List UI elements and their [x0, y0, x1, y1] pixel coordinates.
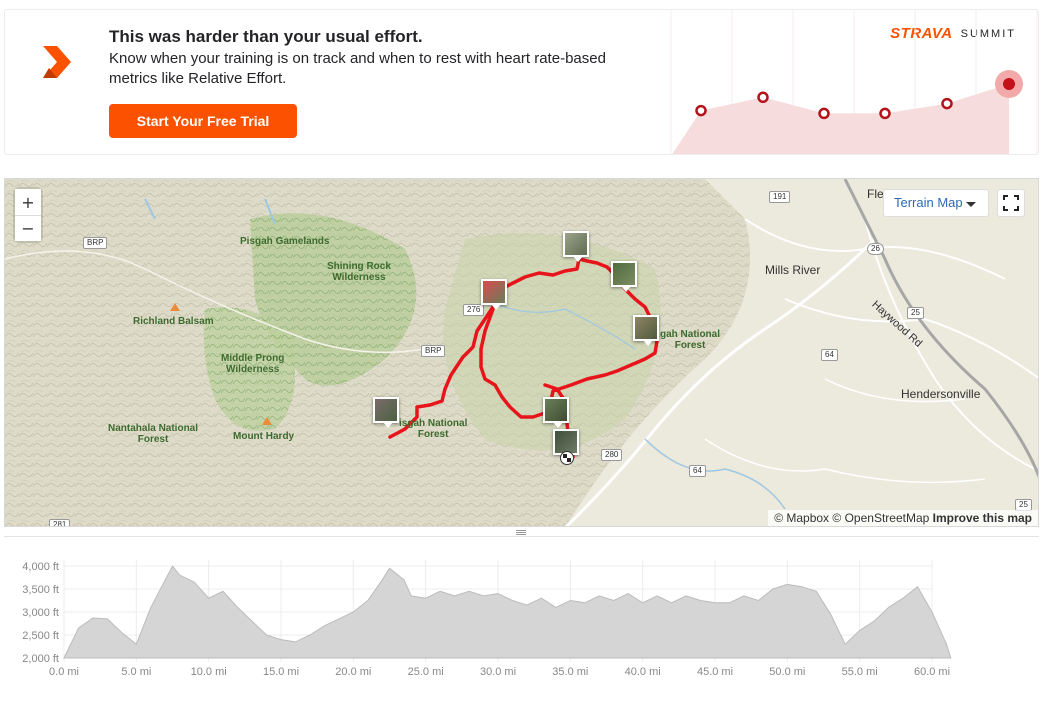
- effort-point: [879, 107, 891, 120]
- effort-point: [695, 104, 707, 117]
- effort-area: [672, 84, 1009, 154]
- strava-chevron-icon: [43, 46, 71, 78]
- zoom-control: + −: [15, 189, 41, 241]
- elevation-profile[interactable]: 4,000 ft 3,500 ft 3,000 ft 2,500 ft 2,000 ft…: [4, 538, 1039, 704]
- label-nantahala-national-forest: Nantahala National Forest: [108, 423, 199, 445]
- shield-brp-center: BRP: [421, 345, 446, 357]
- shield-nc-280: 280: [601, 449, 623, 461]
- photo-marker[interactable]: [633, 315, 659, 346]
- photo-marker[interactable]: [563, 231, 589, 262]
- shield-us-191: 191: [769, 191, 791, 203]
- upsell-description: Know when your training is on track and …: [109, 50, 606, 87]
- expand-icon: [1003, 195, 1019, 211]
- improve-map-link[interactable]: Improve this map: [933, 511, 1032, 525]
- x-tick-label: 25.0 mi: [408, 666, 444, 678]
- y-tick-label: 2,000 ft: [22, 653, 59, 665]
- map-type-label: Terrain Map: [894, 195, 963, 210]
- elevation-area: [63, 565, 952, 659]
- label-middle-prong-wilderness: Middle Prong Wilderness: [221, 353, 285, 375]
- x-tick-label: 55.0 mi: [842, 666, 878, 678]
- photo-marker[interactable]: [481, 279, 507, 310]
- osm-credit-link[interactable]: © OpenStreetMap: [832, 511, 929, 525]
- effort-current-point: [1003, 78, 1015, 90]
- caret-down-icon: [966, 202, 976, 207]
- label-mount-hardy: Mount Hardy: [233, 431, 295, 442]
- x-tick-label: 10.0 mi: [191, 666, 227, 678]
- shield-i-26: 26: [867, 243, 884, 255]
- effort-point: [818, 107, 830, 120]
- label-pisgah-national-forest-east: gah National Forest: [660, 329, 721, 351]
- shield-us-64-south: 64: [689, 465, 706, 477]
- x-tick-label: 40.0 mi: [625, 666, 661, 678]
- shield-nc-281: 281: [49, 519, 71, 526]
- zoom-out-button[interactable]: −: [15, 215, 41, 241]
- effort-point: [941, 97, 953, 110]
- x-tick-label: 5.0 mi: [121, 666, 151, 678]
- route-map[interactable]: Pisgah Gamelands Shining Rock Wilderness…: [4, 178, 1039, 527]
- upsell-banner: This was harder than your usual effort. …: [4, 9, 1039, 155]
- relative-effort-illustration: [670, 10, 1038, 154]
- shield-us-64-north: 64: [821, 349, 838, 361]
- y-tick-label: 3,500 ft: [22, 584, 59, 596]
- label-pisgah-gamelands: Pisgah Gamelands: [240, 236, 330, 247]
- photo-marker[interactable]: [373, 397, 399, 428]
- map-type-dropdown[interactable]: Terrain Map: [883, 189, 989, 217]
- x-tick-label: 50.0 mi: [769, 666, 805, 678]
- zoom-in-button[interactable]: +: [15, 189, 41, 215]
- map-resize-handle[interactable]: [4, 527, 1039, 537]
- fullscreen-button[interactable]: [997, 189, 1025, 217]
- start-free-trial-button[interactable]: Start Your Free Trial: [109, 104, 297, 138]
- drag-grip-icon: [516, 530, 526, 535]
- terrain-basemap: [5, 179, 1038, 526]
- label-pisgah-national-forest-south: isgah National Forest: [399, 418, 468, 440]
- mapbox-credit-link[interactable]: © Mapbox: [774, 511, 829, 525]
- x-tick-label: 15.0 mi: [263, 666, 299, 678]
- x-tick-label: 0.0 mi: [49, 666, 79, 678]
- finish-flag-icon[interactable]: [560, 451, 574, 465]
- photo-marker[interactable]: [543, 397, 569, 428]
- label-hendersonville: Hendersonville: [901, 387, 981, 401]
- shield-us-276: 276: [463, 304, 485, 316]
- shield-us-25: 25: [907, 307, 924, 319]
- label-shining-rock-wilderness: Shining Rock Wilderness: [327, 261, 391, 283]
- map-attribution: © Mapbox © OpenStreetMap Improve this ma…: [768, 510, 1038, 526]
- y-tick-label: 3,000 ft: [22, 607, 59, 619]
- x-tick-label: 35.0 mi: [552, 666, 588, 678]
- y-tick-label: 4,000 ft: [22, 561, 59, 573]
- x-tick-label: 20.0 mi: [335, 666, 371, 678]
- label-fletcher: Fle: [867, 187, 884, 201]
- x-tick-label: 45.0 mi: [697, 666, 733, 678]
- x-tick-label: 60.0 mi: [914, 666, 950, 678]
- shield-brp-west: BRP: [83, 237, 108, 249]
- y-tick-label: 2,500 ft: [22, 630, 59, 642]
- label-richland-balsam: Richland Balsam: [133, 316, 214, 327]
- label-mills-river: Mills River: [765, 263, 821, 277]
- upsell-title: This was harder than your usual effort.: [109, 27, 423, 46]
- effort-point: [757, 91, 769, 104]
- x-tick-label: 30.0 mi: [480, 666, 516, 678]
- photo-marker[interactable]: [611, 261, 637, 292]
- elevation-chart[interactable]: 4,000 ft 3,500 ft 3,000 ft 2,500 ft 2,000 ft…: [4, 538, 1039, 704]
